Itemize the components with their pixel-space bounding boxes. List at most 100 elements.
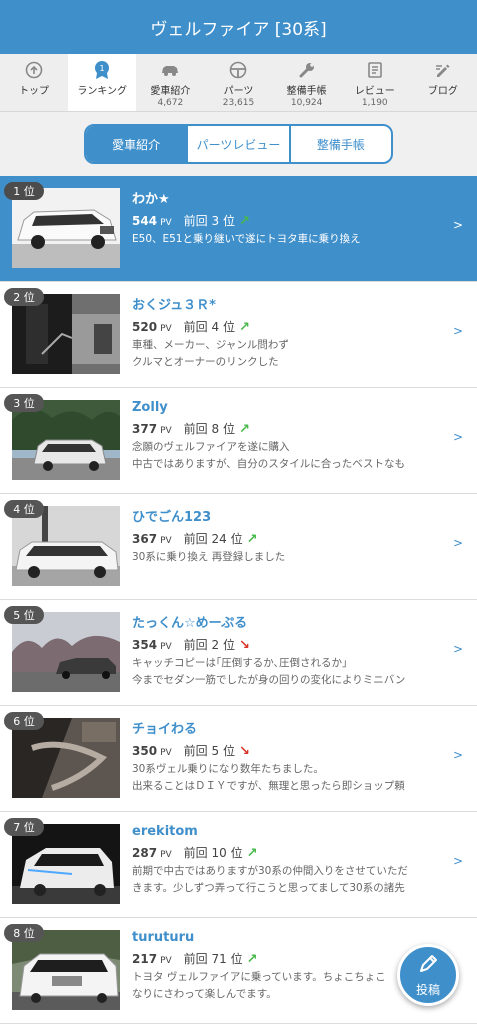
tab-count: 4,672 [157, 98, 184, 108]
pv-count: 350 [132, 744, 158, 758]
tab-label: ランキング [77, 86, 128, 97]
user-name: わか★ [132, 192, 170, 207]
tab-parts[interactable]: パーツ 23,615 [204, 54, 272, 111]
segment-maintenance[interactable]: 整備手帳 [291, 126, 391, 162]
wrench-icon [297, 60, 317, 80]
post-button[interactable]: 投稿 [397, 944, 459, 1006]
chevron-right-icon: > [452, 536, 463, 550]
description-line: 30系に乗り換え 再登録しました [132, 551, 286, 563]
tab-car-intro[interactable]: 愛車紹介 4,672 [136, 54, 204, 111]
tab-maintenance[interactable]: 整備手帳 10,924 [273, 54, 341, 111]
tab-count: 10,924 [290, 98, 323, 108]
trend-up-icon: ↗ [246, 952, 258, 967]
segment-parts-review[interactable]: パーツレビュー [188, 126, 291, 162]
tab-review[interactable]: レビュー 1,190 [341, 54, 409, 111]
trend-down-icon: ↘ [238, 744, 250, 759]
steering-wheel-icon [228, 60, 248, 80]
tab-blog[interactable]: ブログ [409, 54, 477, 111]
rank-badge: 2 位 [4, 288, 44, 306]
car-icon [160, 60, 180, 80]
tab-label: パーツ [223, 86, 254, 97]
ranking-icon: 1 [92, 60, 112, 80]
description-line: 念願のヴェルファイアを遂に購入 [132, 441, 290, 453]
description-line: 出来ることはＤＩＹですが、無理と思ったら即ショップ頼 [132, 780, 405, 792]
post-button-label: 投稿 [415, 983, 440, 997]
ranking-list: 1 位 わか★ 544 PV 前回 3 位 ↗ E50、E51と乗り継いで遂にト… [0, 176, 477, 1024]
page-title: ヴェルファイア [30系] [150, 19, 327, 40]
user-name: turuturu [132, 930, 195, 945]
trend-up-icon: ↗ [238, 422, 250, 437]
chevron-right-icon: > [452, 748, 463, 762]
ranking-row[interactable]: 4 位 ひでごん123 367 PV 前回 24 位 ↗ 30系に乗り換え 再登… [0, 494, 477, 600]
tab-count: 23,615 [222, 98, 255, 108]
chevron-right-icon: > [452, 218, 463, 232]
user-name: おくジュ３Ｒ* [132, 298, 216, 313]
prev-rank: 2 位 [211, 638, 235, 652]
prev-rank: 10 位 [211, 846, 243, 860]
pv-unit: PV [160, 642, 172, 652]
ranking-row[interactable]: 3 位 Zolly 377 PV 前回 8 位 ↗ 念願のヴェルファイアを遂に購… [0, 388, 477, 494]
trend-up-icon: ↗ [246, 846, 258, 861]
rank-badge: 3 位 [4, 394, 44, 412]
ranking-row[interactable]: 1 位 わか★ 544 PV 前回 3 位 ↗ E50、E51と乗り継いで遂にト… [0, 176, 477, 282]
prev-label: 前回 [183, 422, 208, 436]
description-line: E50、E51と乗り継いで遂にトヨタ車に乗り換え [132, 233, 361, 245]
description-line: 今までセダン一筋でしたが身の回りの変化によりミニバン [132, 674, 406, 686]
app-header: ヴェルファイア [30系] [0, 0, 477, 54]
blog-icon [433, 60, 453, 80]
chevron-right-icon: > [452, 430, 463, 444]
review-icon [365, 60, 385, 80]
tab-count: 1,190 [361, 98, 388, 108]
prev-rank: 5 位 [211, 744, 235, 758]
ranking-badge: 1 [100, 64, 105, 73]
prev-label: 前回 [183, 320, 208, 334]
description-line: なりにさわって楽しんでます。 [132, 988, 277, 1000]
prev-rank: 8 位 [211, 422, 235, 436]
chevron-right-icon: > [452, 854, 463, 868]
tab-label: レビュー [354, 86, 395, 97]
prev-rank: 3 位 [211, 214, 235, 228]
car-thumbnail [12, 294, 120, 374]
top-icon [24, 60, 44, 80]
prev-label: 前回 [183, 532, 208, 546]
prev-label: 前回 [183, 846, 208, 860]
tab-label: 整備手帳 [286, 86, 327, 97]
ranking-type-selector: 愛車紹介 パーツレビュー 整備手帳 [0, 112, 477, 176]
ranking-row[interactable]: 2 位 おくジュ３Ｒ* 520 PV 前回 4 位 ↗ 車種、メーカー、ジャンル… [0, 282, 477, 388]
user-name: ひでごん123 [132, 510, 212, 525]
user-name: チョイわる [132, 722, 198, 737]
pv-unit: PV [160, 324, 172, 334]
ranking-row[interactable]: 5 位 たっくん☆めーぷる 354 PV 前回 2 位 ↘ キャッチコピーは｢圧… [0, 600, 477, 706]
tab-label: 愛車紹介 [150, 86, 191, 97]
pv-unit: PV [160, 218, 172, 228]
car-thumbnail [12, 612, 120, 692]
rank-badge: 5 位 [4, 606, 44, 624]
pv-unit: PV [160, 536, 172, 546]
car-thumbnail [12, 188, 120, 268]
pv-unit: PV [160, 748, 172, 758]
description-line: 前期で中古ではありますが30系の仲間入りをさせていただ [132, 865, 408, 877]
description-line: 30系ヴェル乗りになり数年たちました。 [132, 763, 324, 775]
tab-ranking[interactable]: 1 ランキング [68, 54, 137, 111]
trend-up-icon: ↗ [238, 214, 250, 229]
segment-car-intro[interactable]: 愛車紹介 [86, 126, 189, 162]
ranking-row[interactable]: 7 位 erekitom 287 PV 前回 10 位 ↗ 前期で中古ではありま… [0, 812, 477, 918]
tab-label: トップ [19, 86, 50, 97]
trend-up-icon: ↗ [238, 320, 250, 335]
pv-count: 367 [132, 532, 158, 546]
user-name: erekitom [132, 824, 198, 839]
chevron-right-icon: > [452, 324, 463, 338]
pv-count: 287 [132, 846, 158, 860]
user-name: Zolly [132, 400, 168, 415]
car-thumbnail [12, 506, 120, 586]
prev-rank: 71 位 [211, 952, 243, 966]
prev-rank: 24 位 [211, 532, 243, 546]
pv-count: 544 [132, 214, 158, 228]
rank-badge: 8 位 [4, 924, 44, 942]
car-thumbnail [12, 930, 120, 1010]
tab-top[interactable]: トップ [0, 54, 68, 111]
prev-label: 前回 [183, 214, 208, 228]
rank-badge: 6 位 [4, 712, 44, 730]
ranking-row[interactable]: 6 位 チョイわる 350 PV 前回 5 位 ↘ 30系ヴェル乗りになり数年た… [0, 706, 477, 812]
pv-unit: PV [160, 956, 172, 966]
